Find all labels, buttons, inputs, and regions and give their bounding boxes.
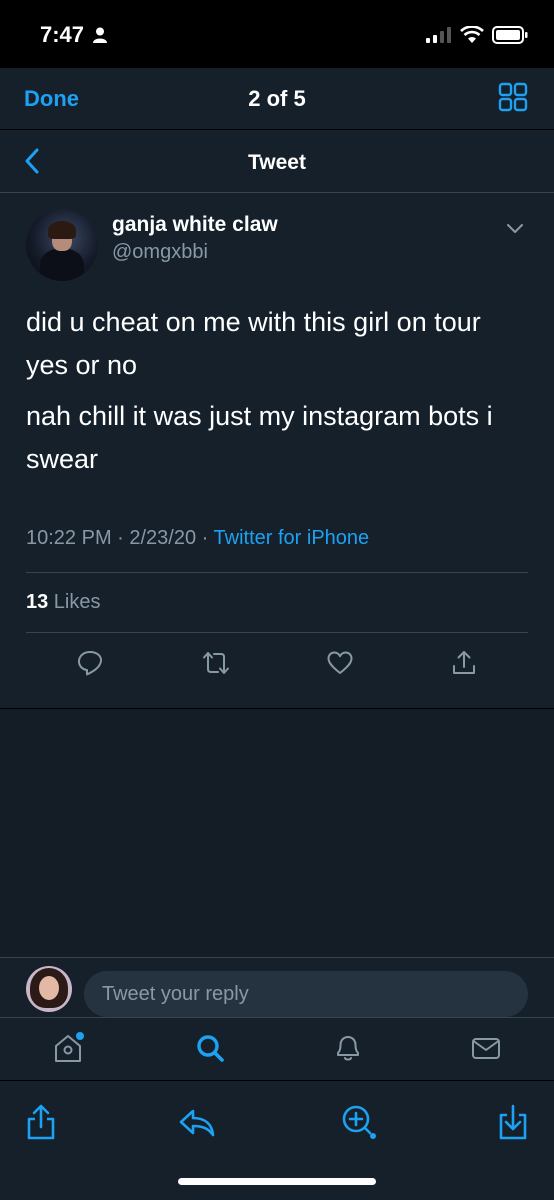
viewer-position: 2 of 5 bbox=[248, 86, 306, 111]
chevron-down-icon[interactable] bbox=[504, 217, 526, 239]
likes-row[interactable]: 13 Likes bbox=[26, 573, 528, 633]
viewer-top-bar: Done 2 of 5 bbox=[0, 68, 554, 130]
tweet-text-line: nah chill it was just my instagram bots … bbox=[26, 401, 493, 474]
signal-icon bbox=[426, 27, 451, 43]
download-icon[interactable] bbox=[496, 1103, 530, 1141]
tweet-source-link[interactable]: Twitter for iPhone bbox=[214, 527, 370, 549]
likes-label: Likes bbox=[48, 591, 101, 613]
status-indicators bbox=[426, 26, 528, 44]
bottom-tab-bar bbox=[0, 1017, 554, 1080]
tweet-meta: 10:22 PM · 2/23/20 · Twitter for iPhone bbox=[26, 527, 528, 573]
likes-count: 13 bbox=[26, 591, 49, 613]
author-display-name[interactable]: ganja white claw bbox=[112, 213, 278, 237]
tweet-timestamp: 10:22 PM · 2/23/20 · bbox=[26, 527, 214, 549]
zoom-add-icon[interactable] bbox=[340, 1103, 378, 1141]
my-avatar[interactable] bbox=[26, 966, 72, 1012]
author-handle[interactable]: @omgxbbi bbox=[112, 241, 208, 264]
tweet-actions bbox=[26, 633, 528, 691]
tweet-detail: ganja white claw @omgxbbi did u cheat on… bbox=[0, 193, 554, 691]
reply-bar bbox=[0, 957, 554, 1017]
share-icon[interactable] bbox=[450, 649, 478, 677]
share-icon[interactable] bbox=[24, 1103, 58, 1141]
notifications-icon[interactable] bbox=[332, 1032, 364, 1064]
wifi-icon bbox=[460, 26, 484, 43]
home-indicator bbox=[178, 1178, 376, 1185]
home-icon[interactable] bbox=[52, 1032, 84, 1064]
reply-input[interactable] bbox=[84, 971, 528, 1017]
tweet-header: ganja white claw @omgxbbi bbox=[26, 193, 528, 293]
reply-back-icon[interactable] bbox=[178, 1103, 216, 1141]
author-avatar[interactable] bbox=[26, 209, 98, 281]
status-bar: 7:47 bbox=[0, 0, 554, 68]
person-icon bbox=[93, 27, 107, 43]
page-title: Tweet bbox=[248, 151, 306, 174]
tweet-nav-bar: Tweet bbox=[0, 130, 554, 193]
messages-icon[interactable] bbox=[470, 1032, 502, 1064]
status-time: 7:47 bbox=[40, 22, 85, 47]
tweet-text-line: did u cheat on me with this girl on tour… bbox=[26, 307, 481, 380]
like-icon[interactable] bbox=[326, 649, 354, 677]
search-icon[interactable] bbox=[194, 1032, 226, 1064]
twitter-app: Tweet ganja white claw @omgxbbi did u ch… bbox=[0, 130, 554, 1080]
empty-timeline-area bbox=[0, 709, 554, 957]
grid-icon[interactable] bbox=[498, 82, 528, 112]
retweet-icon[interactable] bbox=[202, 649, 230, 677]
tweet-text: did u cheat on me with this girl on tour… bbox=[26, 301, 528, 481]
battery-icon bbox=[492, 26, 528, 44]
reply-icon[interactable] bbox=[76, 649, 104, 677]
